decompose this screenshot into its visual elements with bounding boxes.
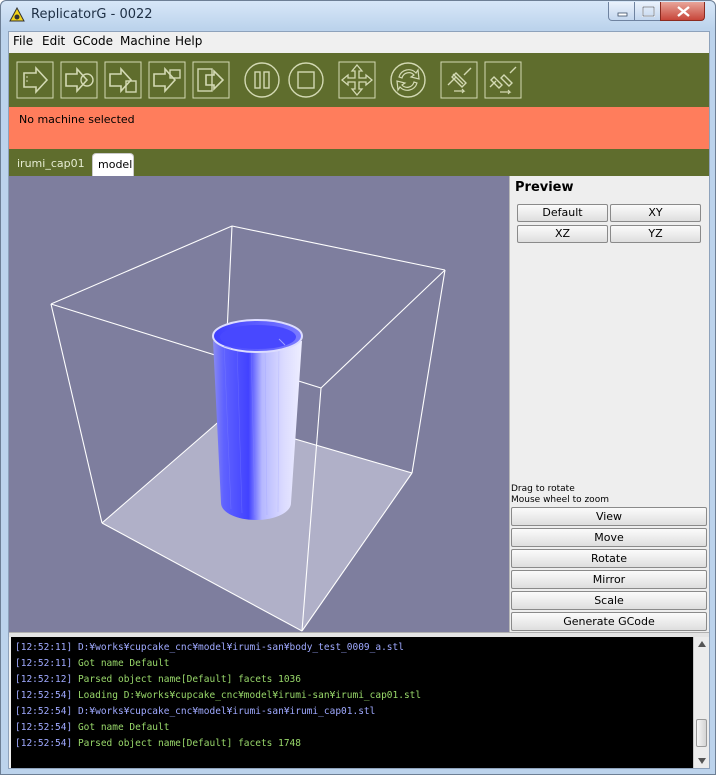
console-scrollbar[interactable] [693, 637, 709, 768]
mirror-button[interactable]: Mirror [511, 570, 707, 589]
build-to-file-icon [104, 61, 142, 99]
pause-icon [244, 62, 280, 98]
window-title: ReplicatorG - 0022 [31, 7, 153, 22]
console-line: [12:52:54] Loading D:¥works¥cupcake_cnc¥… [15, 690, 422, 701]
menu-file[interactable]: File [13, 34, 33, 48]
build-remote-icon [192, 61, 230, 99]
scroll-up-icon[interactable] [697, 640, 707, 648]
move-button[interactable]: Move [511, 528, 707, 547]
scrollbar-thumb[interactable] [696, 719, 707, 747]
build-to-file-button[interactable] [104, 61, 142, 99]
view-yz-button[interactable]: YZ [610, 225, 701, 243]
view-button[interactable]: View [511, 507, 707, 526]
console-line: [12:52:11] Got name Default [15, 658, 170, 669]
main-area: File Edit GCode Machine Help No machine … [8, 31, 710, 769]
connect-icon [440, 61, 478, 99]
disconnect-icon [484, 61, 522, 99]
upload-button[interactable] [148, 61, 186, 99]
build-button[interactable] [16, 61, 54, 99]
tab-model[interactable]: model [92, 153, 134, 176]
console-line: [12:52:54] Got name Default [15, 722, 170, 733]
build-icon [16, 61, 54, 99]
replicatorg-logo-icon [9, 7, 25, 22]
menu-machine[interactable]: Machine [120, 34, 170, 48]
view-xz-button[interactable]: XZ [517, 225, 608, 243]
console-log[interactable]: [12:52:11] D:¥works¥cupcake_cnc¥model¥ir… [11, 637, 693, 768]
menu-help[interactable]: Help [175, 34, 202, 48]
simulate-button[interactable] [60, 61, 98, 99]
app-window: ReplicatorG - 0022 File Edit GCode Machi… [0, 0, 716, 775]
control-panel-button[interactable] [338, 61, 376, 99]
scale-button[interactable]: Scale [511, 591, 707, 610]
upload-icon [148, 61, 186, 99]
minimize-button[interactable] [608, 2, 635, 21]
scroll-down-icon[interactable] [697, 757, 707, 765]
tab-irumi-cap01[interactable]: irumi_cap01 [12, 153, 90, 176]
preview-title: Preview [515, 180, 574, 195]
control-panel-icon [338, 61, 376, 99]
build-volume-scene [50, 225, 446, 632]
view-xy-button[interactable]: XY [610, 204, 701, 222]
preview-panel: Preview Default XY XZ YZ Drag to rotate … [509, 176, 709, 632]
hint-drag-rotate: Drag to rotate [511, 484, 575, 494]
cylinder-model [212, 319, 303, 520]
menu-bar: File Edit GCode Machine Help [9, 32, 709, 52]
3d-preview-viewport[interactable] [9, 176, 509, 632]
stop-button[interactable] [287, 61, 325, 99]
stop-icon [288, 62, 324, 98]
connect-button[interactable] [440, 61, 478, 99]
close-button[interactable] [660, 2, 705, 21]
console-line: [12:52:12] Parsed object name[Default] f… [15, 674, 301, 685]
menu-edit[interactable]: Edit [42, 34, 65, 48]
disconnect-button[interactable] [484, 61, 522, 99]
build-remote-button[interactable] [192, 61, 230, 99]
simulate-icon [60, 61, 98, 99]
tab-bar: irumi_cap01 model [9, 149, 709, 176]
toolbar [9, 53, 709, 107]
close-icon [677, 6, 690, 17]
console-line: [12:52:54] Parsed object name[Default] f… [15, 738, 301, 749]
generate-gcode-button[interactable]: Generate GCode [511, 612, 707, 631]
view-default-button[interactable]: Default [517, 204, 608, 222]
maximize-icon [642, 6, 655, 17]
hint-wheel-zoom: Mouse wheel to zoom [511, 495, 609, 505]
console-line: [12:52:11] D:¥works¥cupcake_cnc¥model¥ir… [15, 642, 404, 653]
menu-gcode[interactable]: GCode [73, 34, 113, 48]
reset-button[interactable] [389, 61, 427, 99]
title-bar[interactable]: ReplicatorG - 0022 [1, 1, 715, 29]
maximize-button[interactable] [634, 2, 661, 21]
rotate-button[interactable]: Rotate [511, 549, 707, 568]
status-message: No machine selected [19, 113, 135, 126]
status-panel: No machine selected [9, 107, 709, 149]
reset-icon [390, 62, 426, 98]
console-line: [12:52:54] D:¥works¥cupcake_cnc¥model¥ir… [15, 706, 376, 717]
minimize-icon [617, 12, 628, 17]
pause-button[interactable] [243, 61, 281, 99]
